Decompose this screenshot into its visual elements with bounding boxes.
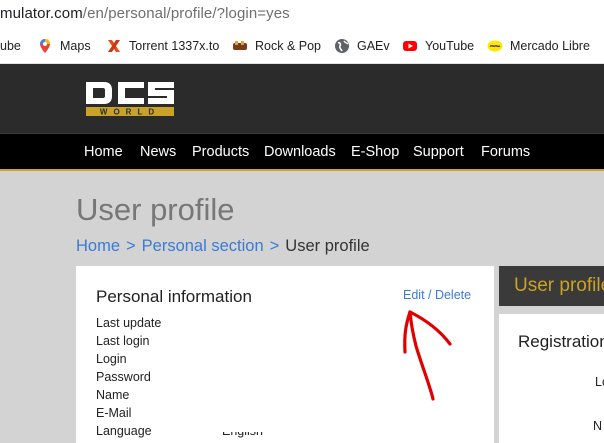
breadcrumb-current: User profile [285, 237, 370, 255]
registration-heading: Registration [518, 332, 604, 351]
breadcrumb: Home > Personal section > User profile [76, 237, 370, 256]
nav-home[interactable]: Home [84, 144, 123, 160]
bookmark-label: Mercado Libre [510, 39, 590, 53]
field-label: Login [96, 352, 127, 366]
nav-products[interactable]: Products [192, 144, 249, 160]
nav-downloads[interactable]: Downloads [264, 144, 336, 160]
site-header: WORLD [0, 64, 604, 133]
field-label: Name [96, 388, 130, 402]
edit-delete-link[interactable]: Edit / Delete [403, 288, 471, 302]
registration-label-login: Lo [595, 375, 604, 389]
breadcrumb-personal-section[interactable]: Personal section [142, 237, 264, 255]
field-label: Last update [96, 316, 162, 330]
registration-card: Registration Lo N [499, 314, 604, 443]
dcs-logo-icon: WORLD [86, 82, 174, 117]
svg-text:WORLD: WORLD [100, 108, 160, 117]
bookmark-gaev[interactable]: GAEv [334, 37, 390, 55]
bookmark-label: Torrent 1337x.to [129, 39, 220, 53]
browser-url-bar[interactable]: mulator.com/en/personal/profile/?login=y… [0, 0, 604, 28]
field-label: Last login [96, 334, 150, 348]
bookmark-label: Maps [60, 39, 91, 53]
bookmark-youtube-partial[interactable]: ube [0, 37, 21, 55]
bookmark-label: YouTube [425, 39, 475, 53]
bookmark-mercado-libre[interactable]: Mercado Libre [487, 37, 590, 55]
bookmark-label: Rock & Pop [255, 39, 322, 53]
annotation-arrow-icon [403, 310, 452, 401]
youtube-icon [403, 41, 417, 51]
bookmark-label: GAEv [357, 39, 390, 53]
field-label: E-Mail [96, 406, 132, 420]
nav-support[interactable]: Support [413, 144, 464, 160]
url-domain: mulator.com [0, 5, 83, 22]
rock-pop-icon [233, 41, 247, 50]
mercado-libre-icon [487, 40, 503, 52]
bookmark-torrent[interactable]: Torrent 1337x.to [106, 37, 219, 55]
nav-news[interactable]: News [140, 144, 176, 160]
bookmark-youtube[interactable]: YouTube [402, 37, 474, 55]
bookmark-label: ube [0, 39, 21, 53]
personal-info-heading: Personal information [96, 287, 252, 306]
bookmark-rock-pop[interactable]: Rock & Pop [232, 37, 321, 55]
redaction-scribble [209, 314, 344, 432]
x-logo-icon [108, 40, 120, 52]
main-nav: Home News Products Downloads E-Shop Supp… [0, 133, 604, 171]
field-label: Password [96, 370, 151, 384]
url-path: /en/personal/profile/?login=yes [82, 5, 290, 22]
sidebar-heading: User profile [499, 266, 604, 306]
nav-forums[interactable]: Forums [481, 144, 530, 160]
breadcrumb-home[interactable]: Home [76, 237, 120, 255]
page-title: User profile [76, 192, 235, 227]
maps-pin-icon [40, 39, 50, 53]
breadcrumb-separator: > [269, 237, 280, 255]
breadcrumb-separator: > [126, 237, 136, 255]
bookmark-maps[interactable]: Maps [37, 37, 91, 55]
bookmarks-bar: ube Maps Torrent 1337x.to Rock & Pop GAE… [0, 28, 604, 64]
registration-label-name: N [593, 419, 603, 433]
url-text[interactable]: mulator.com/en/personal/profile/?login=y… [0, 5, 290, 22]
globe-icon [335, 39, 349, 53]
field-label: Language [96, 424, 152, 438]
dcs-world-logo[interactable]: WORLD [84, 78, 176, 127]
nav-eshop[interactable]: E-Shop [351, 144, 399, 160]
